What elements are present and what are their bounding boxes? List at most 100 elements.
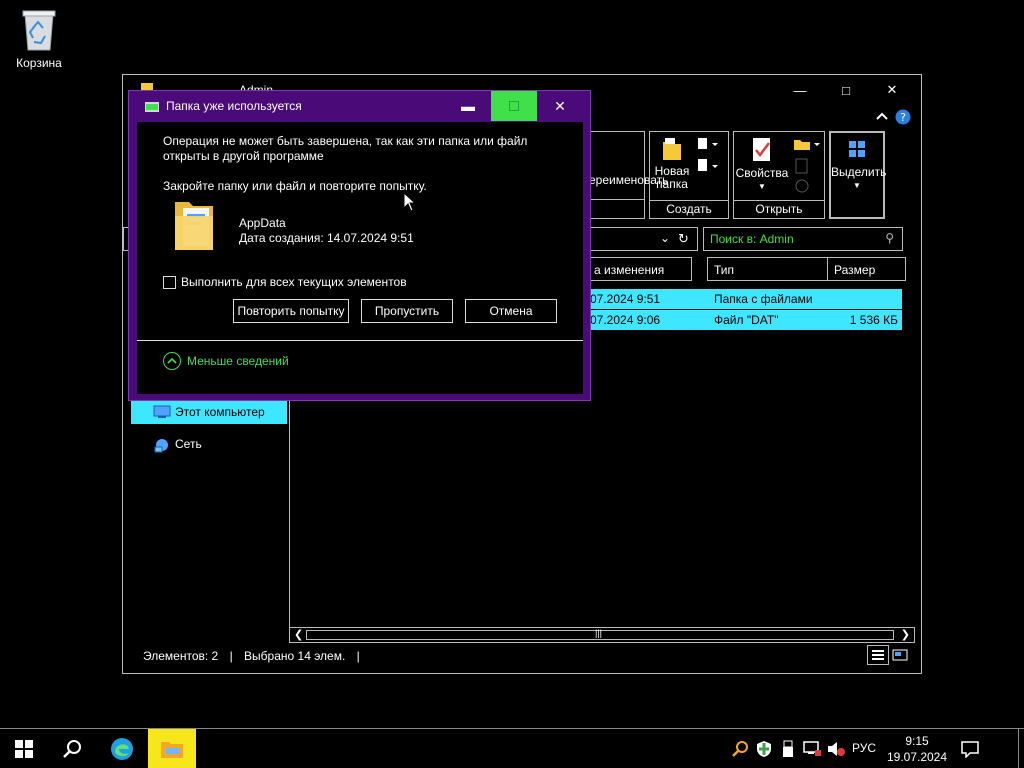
properties-icon: [753, 138, 770, 161]
details-view-icon[interactable]: [867, 645, 889, 665]
help-icon[interactable]: ?: [895, 109, 911, 127]
new-folder-button[interactable]: Новая папка: [652, 136, 692, 191]
folder-in-use-dialog: Папка уже используется ▬ ✕ Операция не м…: [128, 90, 591, 401]
properties-button[interactable]: Свойства ▼: [734, 136, 790, 193]
start-button[interactable]: [0, 729, 48, 768]
security-shield-icon[interactable]: [754, 739, 774, 759]
table-row[interactable]: 07.2024 9:06 Файл "DAT" 1 536 КБ: [590, 310, 902, 330]
file-explorer-taskbar-button[interactable]: [148, 729, 196, 768]
select-label: Выделить: [831, 165, 887, 179]
column-modified[interactable]: а изменения: [588, 257, 692, 281]
dialog-minimize-button[interactable]: ▬: [445, 91, 491, 121]
refresh-icon[interactable]: ↻: [678, 231, 689, 247]
apply-all-label: Выполнить для всех текущих элементов: [181, 275, 407, 289]
scroll-right-icon[interactable]: ❯: [901, 628, 910, 641]
dialog-file-created: Дата создания: 14.07.2024 9:51: [239, 231, 414, 245]
edge-button[interactable]: [98, 729, 146, 768]
minimize-button[interactable]: —: [777, 75, 823, 105]
ribbon-group-open: Свойства ▼ Открыть: [733, 131, 825, 219]
scrollbar-thumb[interactable]: |||: [306, 628, 894, 640]
notifications-icon[interactable]: [960, 739, 980, 759]
open-icon[interactable]: [792, 136, 822, 155]
column-type[interactable]: Тип: [707, 257, 828, 281]
mouse-cursor-icon: [403, 191, 417, 215]
ribbon-group-select: Выделить ▼: [829, 131, 887, 219]
edit-icon: [794, 158, 810, 177]
language-indicator[interactable]: РУС: [852, 741, 876, 755]
close-button[interactable]: ✕: [869, 75, 915, 105]
clock-date: 19.07.2024: [886, 750, 948, 764]
search-icon: [63, 740, 81, 758]
dialog-app-icon: [145, 101, 159, 115]
search-tray-icon[interactable]: [730, 739, 750, 759]
search-input[interactable]: Поиск в: Admin ⚲: [703, 227, 903, 251]
status-bar: Элементов: 2 | Выбрано 14 элем. |: [143, 649, 360, 663]
network-status-icon[interactable]: [802, 739, 822, 759]
new-folder-label-2: папка: [656, 177, 688, 191]
dialog-divider: [137, 340, 583, 341]
svg-text:?: ?: [900, 111, 906, 124]
usb-device-icon[interactable]: [778, 739, 798, 759]
file-size: 1 536 КБ: [849, 313, 898, 327]
folder-large-icon: [173, 196, 217, 255]
select-button[interactable]: Выделить ▼: [831, 139, 887, 192]
computer-icon: [153, 405, 171, 422]
search-placeholder: Поиск в: Admin: [710, 232, 794, 246]
nav-this-pc-label: Этот компьютер: [175, 405, 265, 419]
file-modified: 07.2024 9:51: [590, 292, 661, 306]
easy-access-icon[interactable]: [696, 158, 720, 177]
scroll-left-icon[interactable]: ❮: [294, 628, 303, 641]
edge-icon: [111, 738, 133, 760]
ribbon-group-create: Новая папка Создать: [649, 131, 729, 219]
less-details-toggle[interactable]: Меньше сведений: [163, 352, 289, 370]
search-icon: ⚲: [885, 231, 894, 245]
table-row[interactable]: 07.2024 9:51 Папка с файлами: [590, 289, 902, 309]
scroll-grip-icon: |||: [595, 628, 603, 638]
show-desktop-button[interactable]: [1018, 729, 1019, 768]
network-icon: [153, 437, 171, 456]
ribbon-group-open-label: Открыть: [734, 200, 824, 218]
dialog-file-name: AppData: [239, 216, 286, 230]
dialog-maximize-button[interactable]: [491, 91, 537, 121]
dialog-message-line2: открыты в другой программе: [163, 149, 324, 163]
search-button[interactable]: [48, 729, 96, 768]
maximize-button[interactable]: □: [823, 75, 869, 105]
dialog-titlebar: Папка уже используется ▬ ✕: [129, 91, 590, 121]
horizontal-scrollbar[interactable]: ❮ ||| ❯: [289, 627, 915, 643]
retry-button[interactable]: Повторить попытку: [233, 299, 349, 323]
cancel-button[interactable]: Отмена: [465, 299, 557, 323]
new-folder-icon: [663, 138, 681, 160]
ribbon-group-create-label: Создать: [650, 200, 728, 218]
dialog-hint: Закройте папку или файл и повторите попы…: [163, 179, 427, 193]
dialog-close-button[interactable]: ✕: [537, 91, 583, 121]
file-explorer-icon: [161, 742, 183, 758]
recycle-bin-desktop-icon[interactable]: Корзина: [10, 8, 68, 70]
skip-button[interactable]: Пропустить: [361, 299, 453, 323]
large-icons-view-icon[interactable]: [891, 647, 909, 663]
windows-logo-icon: [15, 740, 33, 758]
ribbon-collapse-icon[interactable]: [875, 109, 889, 127]
file-type: Папка с файлами: [714, 292, 813, 306]
properties-label: Свойства: [735, 166, 789, 180]
status-items: Элементов: 2: [143, 649, 219, 663]
less-details-label: Меньше сведений: [187, 354, 289, 368]
apply-all-checkbox[interactable]: [163, 276, 176, 289]
nav-item-network[interactable]: Сеть: [131, 432, 287, 456]
history-icon: [794, 178, 810, 197]
dialog-title: Папка уже используется: [166, 99, 302, 113]
file-modified: 07.2024 9:06: [590, 313, 661, 327]
nav-item-this-pc[interactable]: Этот компьютер: [131, 400, 287, 424]
file-type: Файл "DAT": [714, 313, 779, 327]
dialog-body: Операция не может быть завершена, так ка…: [137, 122, 583, 394]
recycle-bin-icon: [19, 8, 59, 52]
clock-time: 9:15: [905, 734, 929, 748]
recycle-bin-label: Корзина: [16, 56, 62, 70]
clock[interactable]: 9:15 19.07.2024: [884, 733, 950, 765]
rename-button[interactable]: ереименовать: [589, 174, 668, 187]
taskbar: РУС 9:15 19.07.2024: [0, 728, 1024, 768]
new-item-icon[interactable]: [696, 136, 720, 155]
column-size[interactable]: Размер: [828, 257, 906, 281]
address-dropdown-icon[interactable]: ⌄: [660, 231, 670, 245]
select-grid-icon: [849, 141, 865, 157]
volume-muted-icon[interactable]: [826, 739, 846, 759]
